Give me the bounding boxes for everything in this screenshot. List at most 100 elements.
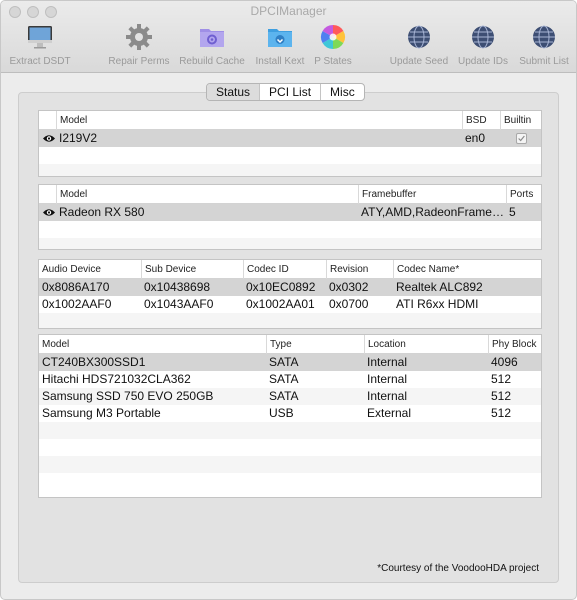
storage-model-cell: Samsung M3 Portable: [42, 406, 161, 420]
graphics-ports-header[interactable]: Ports: [506, 185, 541, 204]
revision-cell: 0x0700: [329, 297, 369, 311]
storage-phy-block-header[interactable]: Phy Block: [488, 335, 541, 354]
codec-name-cell: Realtek ALC892: [396, 280, 483, 294]
codec-id-cell: 0x10EC0892: [246, 280, 316, 294]
table-row[interactable]: Samsung SSD 750 EVO 250GB SATA Internal …: [39, 388, 541, 405]
empty-row: [39, 473, 541, 490]
revision-header[interactable]: Revision: [326, 260, 393, 279]
sub-device-cell: 0x1043AAF0: [144, 297, 214, 311]
eye-column-header: [39, 111, 56, 130]
audio-device-cell: 0x1002AAF0: [42, 297, 112, 311]
submit-list-label: Submit List: [519, 56, 569, 67]
graphics-table-header: Model Framebuffer Ports: [39, 185, 541, 204]
codec-id-cell: 0x1002AA01: [246, 297, 315, 311]
empty-row: [39, 313, 541, 328]
folder-install-icon: [268, 29, 292, 47]
table-row[interactable]: Samsung M3 Portable USB External 512: [39, 405, 541, 422]
network-bsd-cell: en0: [465, 131, 486, 145]
storage-location-header[interactable]: Location: [364, 335, 488, 354]
title-bar: DPCIManager Extract DSDT Repair Perms Re…: [1, 1, 576, 73]
empty-row: [39, 456, 541, 473]
empty-row: [39, 164, 541, 176]
graphics-ports-cell: 5: [509, 205, 516, 219]
codec-id-header[interactable]: Codec ID: [243, 260, 326, 279]
p-states-button[interactable]: P States: [293, 23, 373, 69]
storage-model-cell: Hitachi HDS721032CLA362: [42, 372, 191, 386]
empty-row: [39, 439, 541, 456]
storage-model-header[interactable]: Model: [39, 335, 266, 354]
network-builtin-header[interactable]: Builtin: [500, 111, 541, 130]
eye-icon: [43, 209, 55, 216]
globe-icon: [408, 25, 430, 49]
sub-device-header[interactable]: Sub Device: [141, 260, 243, 279]
p-states-label: P States: [314, 56, 352, 67]
extract-dsdt-button[interactable]: Extract DSDT: [1, 23, 80, 69]
eye-icon: [43, 135, 55, 142]
tab-status[interactable]: Status: [207, 84, 261, 100]
repair-perms-label: Repair Perms: [108, 56, 170, 67]
storage-type-header[interactable]: Type: [266, 335, 364, 354]
voodoohda-footnote: *Courtesy of the VoodooHDA project: [377, 563, 539, 574]
graphics-framebuffer-header[interactable]: Framebuffer: [358, 185, 506, 204]
storage-phy-block-cell: 512: [491, 406, 512, 420]
audio-table-header: Audio Device Sub Device Codec ID Revisio…: [39, 260, 541, 279]
codec-name-header[interactable]: Codec Name*: [393, 260, 541, 279]
globe-icon: [533, 25, 555, 49]
network-bsd-header[interactable]: BSD: [462, 111, 500, 130]
empty-row: [39, 238, 541, 249]
storage-location-cell: External: [367, 406, 412, 420]
storage-location-cell: Internal: [367, 372, 408, 386]
builtin-checkbox[interactable]: [516, 133, 527, 144]
eye-column-header: [39, 185, 56, 204]
table-row[interactable]: 0x8086A170 0x10438698 0x10EC0892 0x0302 …: [39, 279, 541, 296]
graphics-framebuffer-cell: ATY,AMD,RadeonFrame…: [361, 205, 504, 219]
tab-selector: Status PCI List Misc: [206, 83, 365, 101]
network-model-cell: I219V2: [59, 131, 98, 145]
storage-model-cell: CT240BX300SSD1: [42, 355, 146, 369]
folder-gear-icon: [200, 29, 224, 47]
graphics-model-header[interactable]: Model: [56, 185, 358, 204]
audio-table[interactable]: Audio Device Sub Device Codec ID Revisio…: [38, 259, 542, 329]
table-row[interactable]: Radeon RX 580 ATY,AMD,RadeonFrame… 5: [39, 204, 541, 221]
table-row[interactable]: Hitachi HDS721032CLA362 SATA Internal 51…: [39, 371, 541, 388]
storage-table[interactable]: Model Type Location Phy Block CT240BX300…: [38, 334, 542, 498]
window-title: DPCIManager: [250, 4, 327, 18]
storage-phy-block-cell: 512: [491, 389, 512, 403]
storage-type-cell: SATA: [269, 372, 299, 386]
tab-misc[interactable]: Misc: [321, 84, 364, 100]
empty-row: [39, 221, 541, 238]
revision-cell: 0x0302: [329, 280, 369, 294]
color-wheel-icon: [320, 24, 346, 49]
network-table[interactable]: Model BSD Builtin I219V2 en0: [38, 110, 542, 177]
repair-perms-button[interactable]: Repair Perms: [99, 23, 179, 69]
empty-row: [39, 147, 541, 164]
submit-list-button[interactable]: Submit List: [504, 23, 576, 69]
sub-device-cell: 0x10438698: [144, 280, 211, 294]
codec-name-cell: ATI R6xx HDMI: [396, 297, 479, 311]
globe-icon: [472, 25, 494, 49]
network-model-header[interactable]: Model: [56, 111, 462, 130]
storage-type-cell: SATA: [269, 355, 299, 369]
storage-model-cell: Samsung SSD 750 EVO 250GB: [42, 389, 214, 403]
imac-icon: [28, 26, 52, 49]
table-row[interactable]: CT240BX300SSD1 SATA Internal 4096: [39, 354, 541, 371]
tab-pci-list[interactable]: PCI List: [260, 84, 322, 100]
graphics-table[interactable]: Model Framebuffer Ports Radeon RX 580 AT…: [38, 184, 542, 250]
storage-location-cell: Internal: [367, 389, 408, 403]
app-window: DPCIManager Extract DSDT Repair Perms Re…: [0, 0, 577, 600]
table-row[interactable]: I219V2 en0: [39, 130, 541, 147]
storage-phy-block-cell: 4096: [491, 355, 518, 369]
audio-device-cell: 0x8086A170: [42, 280, 110, 294]
table-row[interactable]: 0x1002AAF0 0x1043AAF0 0x1002AA01 0x0700 …: [39, 296, 541, 313]
storage-phy-block-cell: 512: [491, 372, 512, 386]
network-table-header: Model BSD Builtin: [39, 111, 541, 130]
gear-icon: [126, 24, 152, 50]
storage-location-cell: Internal: [367, 355, 408, 369]
graphics-model-cell: Radeon RX 580: [59, 205, 145, 219]
checkmark-icon: [518, 135, 525, 142]
storage-type-cell: USB: [269, 406, 294, 420]
empty-row: [39, 422, 541, 439]
extract-dsdt-label: Extract DSDT: [9, 56, 71, 67]
storage-table-header: Model Type Location Phy Block: [39, 335, 541, 354]
audio-device-header[interactable]: Audio Device: [39, 260, 141, 279]
